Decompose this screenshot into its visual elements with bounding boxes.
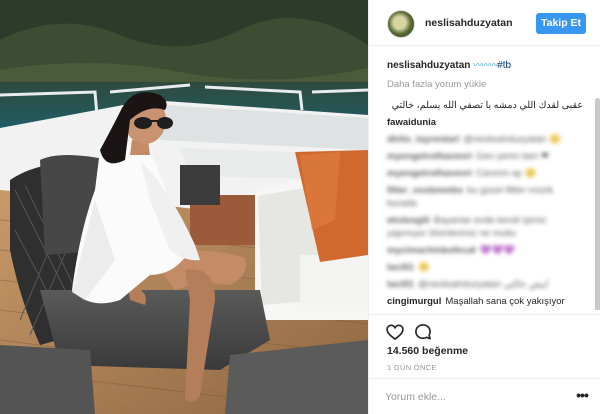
comment-text: @neslisahduzyatan 😊 — [463, 134, 561, 145]
post-detail-panel: neslisahduzyatan Takip Et neslisahduzyat… — [368, 0, 600, 414]
heart-outline-icon[interactable] — [385, 322, 405, 342]
comments-scrollbar[interactable] — [595, 98, 600, 310]
comment-input[interactable] — [385, 388, 555, 406]
comment-username[interactable]: fawaidunia — [387, 117, 436, 128]
post-actions — [369, 314, 600, 344]
comment-item: myengetrolhavenri Canmm ay 😊 — [387, 167, 583, 180]
comment-item: cingimurgul Maşallah sana çok yakışıyor — [387, 295, 583, 308]
add-comment-bar: ••• — [369, 378, 600, 414]
load-more-comments-link[interactable]: Daha fazla yorum yükle — [387, 79, 583, 93]
comment-username[interactable]: filter_vosbmmbs — [387, 185, 463, 196]
yacht-photo-illustration — [0, 0, 368, 414]
post-caption: neslisahduzyatan 〰〰〰#tb — [387, 58, 583, 73]
comment-list: عقبى لقدك اللي دمشه يا تصفي الله يسلم، خ… — [387, 99, 583, 308]
comment-item: ekslesgili Bayanlar evde kendi işimiz yap… — [387, 214, 583, 240]
comment-item: filter_vosbmmbs bu güzel filtler müzik bu… — [387, 184, 583, 210]
caption-username[interactable]: neslisahduzyatan — [387, 60, 470, 71]
more-options-icon[interactable]: ••• — [573, 388, 591, 406]
follow-button[interactable]: Takip Et — [536, 13, 586, 34]
post-timestamp: 1 GÜN ÖNCE — [387, 363, 437, 372]
comment-text: 💜💜💜 — [479, 245, 516, 256]
post-photo[interactable] — [0, 0, 368, 414]
avatar[interactable] — [387, 10, 415, 38]
like-count[interactable]: 14.560 beğenme — [387, 345, 468, 357]
post-header: neslisahduzyatan Takip Et — [369, 0, 600, 46]
comment-text: عقبى لقدك اللي دمشه يا تصفي الله يسلم، خ… — [391, 100, 583, 111]
comment-username[interactable]: myengetrolhavenri — [387, 168, 472, 179]
comment-username[interactable]: mycimachinbofecaf — [387, 245, 476, 256]
comment-item: عقبى لقدك اللي دمشه يا تصفي الله يسلم، خ… — [387, 99, 583, 112]
comment-username[interactable]: dtrlio_tayrentarl — [387, 134, 459, 145]
comment-text: Gen yerim ben ❤ — [476, 151, 549, 162]
comment-username[interactable]: ekslesgili — [387, 215, 430, 226]
comment-text: Maşallah sana çok yakışıyor — [445, 296, 565, 307]
comment-text: Canmm ay 😊 — [476, 168, 537, 179]
comment-username[interactable]: myengetrolhavenri — [387, 151, 472, 162]
comment-username[interactable]: tacill1 — [387, 279, 414, 290]
comment-item: dtrlio_tayrentarl @neslisahduzyatan 😊 — [387, 133, 583, 146]
comment-item: myengetrolhavenri Gen yerim ben ❤ — [387, 150, 583, 163]
comments-section[interactable]: neslisahduzyatan 〰〰〰#tb Daha fazla yorum… — [369, 46, 600, 310]
header-username[interactable]: neslisahduzyatan — [425, 17, 513, 29]
comment-item: fawaidunia — [387, 116, 583, 129]
comment-item: mycimachinbofecaf 💜💜💜 — [387, 244, 583, 257]
comment-text: 😊 — [417, 262, 430, 273]
comment-item: tacill1 @neslisahduzyatan ابيض خالتي — [387, 278, 583, 291]
comment-username[interactable]: tacill1 — [387, 262, 414, 273]
comment-text: @neslisahduzyatan ابيض خالتي — [417, 279, 549, 290]
comment-username[interactable]: cingimurgul — [387, 296, 441, 307]
comment-item: tacill1 😊 — [387, 261, 583, 274]
caption-hashtag[interactable]: #tb — [497, 60, 511, 71]
speech-bubble-icon[interactable] — [413, 322, 433, 342]
wave-emoji-icon: 〰〰〰 — [473, 60, 498, 70]
